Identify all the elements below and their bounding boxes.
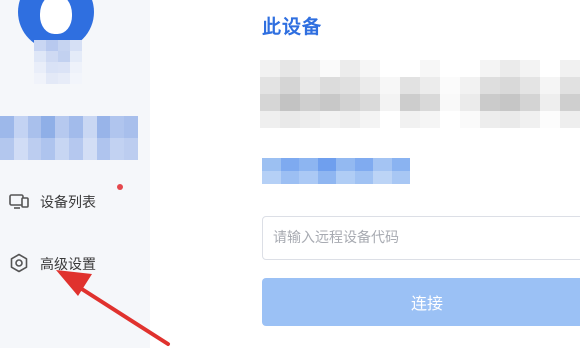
sidebar-item-label: 设备列表 <box>40 195 96 211</box>
redacted-device-info <box>260 60 580 128</box>
redacted-user-name <box>0 116 138 160</box>
remote-device-code-input[interactable] <box>262 216 580 260</box>
avatar-face <box>40 0 72 34</box>
settings-hexagon-icon <box>8 252 30 274</box>
redacted-device-link[interactable] <box>262 158 410 184</box>
redacted-avatar-caption <box>34 40 82 84</box>
sidebar-item-label: 高级设置 <box>40 257 96 273</box>
sidebar-item-device-list[interactable]: 设备列表 <box>0 184 150 218</box>
user-avatar[interactable] <box>14 0 94 92</box>
sidebar: 设备列表 高级设置 <box>0 0 150 348</box>
page-title: 此设备 <box>262 16 323 38</box>
device-list-icon <box>8 190 30 212</box>
notification-dot <box>117 184 123 190</box>
connect-button[interactable]: 连接 <box>262 278 580 326</box>
sidebar-item-advanced-settings[interactable]: 高级设置 <box>0 246 150 280</box>
